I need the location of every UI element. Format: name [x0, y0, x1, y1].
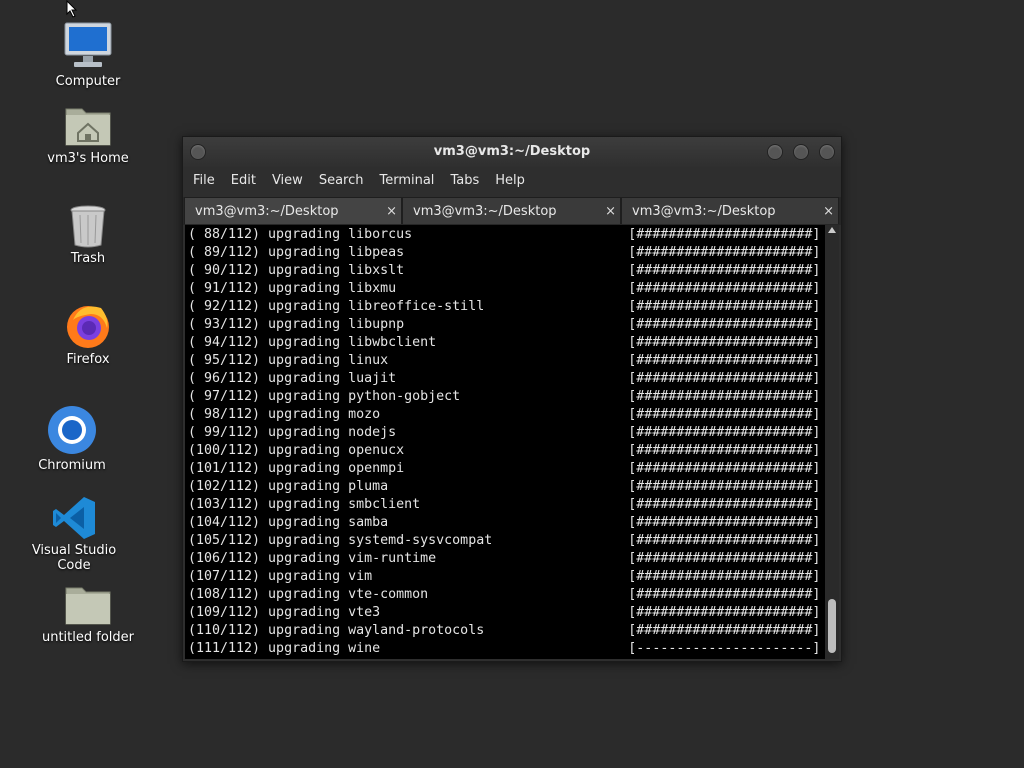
menu-tabs[interactable]: Tabs: [442, 167, 487, 195]
desktop-icon-untitled-folder[interactable]: untitled folder: [28, 584, 148, 645]
tab-1[interactable]: vm3@vm3:~/Desktop ×: [184, 197, 402, 224]
desktop-icon-vscode[interactable]: Visual Studio Code: [14, 495, 134, 573]
tab-2[interactable]: vm3@vm3:~/Desktop ×: [402, 197, 621, 224]
terminal-window[interactable]: vm3@vm3:~/Desktop File Edit View Search Term…: [182, 136, 842, 662]
scrollbar-thumb[interactable]: [828, 599, 836, 653]
firefox-icon: [67, 306, 109, 348]
terminal-line: (101/112) upgrading openmpi [###########…: [188, 461, 825, 476]
terminal-line: (109/112) upgrading vte3 [##############…: [188, 605, 825, 620]
terminal-line: (105/112) upgrading systemd-sysvcompat […: [188, 533, 825, 548]
desktop-icon-label: vm3's Home: [47, 151, 129, 166]
tab-close-icon[interactable]: ×: [386, 198, 397, 225]
trash-icon: [70, 205, 106, 248]
tab-label: vm3@vm3:~/Desktop: [413, 204, 557, 219]
tab-label: vm3@vm3:~/Desktop: [632, 204, 776, 219]
window-titlebar[interactable]: vm3@vm3:~/Desktop: [183, 137, 841, 167]
terminal-line: ( 91/112) upgrading libxmu [############…: [188, 281, 825, 296]
minimize-button[interactable]: [767, 144, 783, 160]
terminal-line: ( 92/112) upgrading libreoffice-still [#…: [188, 299, 825, 314]
terminal-line: (108/112) upgrading vte-common [########…: [188, 587, 825, 602]
terminal-line: (104/112) upgrading samba [#############…: [188, 515, 825, 530]
desktop-icon-trash[interactable]: Trash: [28, 203, 148, 266]
terminal-line: ( 97/112) upgrading python-gobject [####…: [188, 389, 825, 404]
desktop-icon-chromium[interactable]: Chromium: [12, 404, 132, 473]
desktop-icon-firefox[interactable]: Firefox: [28, 300, 148, 367]
tab-3[interactable]: vm3@vm3:~/Desktop ×: [621, 197, 839, 224]
mouse-cursor-icon: [66, 0, 78, 18]
terminal-line: (106/112) upgrading vim-runtime [#######…: [188, 551, 825, 566]
menu-file[interactable]: File: [183, 167, 223, 195]
tab-close-icon[interactable]: ×: [605, 198, 616, 225]
window-menu-button[interactable]: [190, 144, 206, 160]
terminal-line: (100/112) upgrading openucx [###########…: [188, 443, 825, 458]
terminal-line: ( 96/112) upgrading luajit [############…: [188, 371, 825, 386]
menu-bar: File Edit View Search Terminal Tabs Help: [183, 167, 841, 195]
menu-help[interactable]: Help: [487, 167, 533, 195]
desktop-icon-label: Trash: [70, 251, 106, 266]
terminal-line: ( 95/112) upgrading linux [#############…: [188, 353, 825, 368]
terminal-line: (110/112) upgrading wayland-protocols [#…: [188, 623, 825, 638]
scroll-up-arrow-icon[interactable]: [828, 227, 836, 233]
terminal-line: (102/112) upgrading pluma [#############…: [188, 479, 825, 494]
menu-view[interactable]: View: [264, 167, 311, 195]
desktop-icon-label: untitled folder: [41, 630, 134, 645]
terminal-line: (103/112) upgrading smbclient [#########…: [188, 497, 825, 512]
terminal-line: (111/112) upgrading wine [--------------…: [188, 641, 825, 656]
terminal-line: ( 98/112) upgrading mozo [##############…: [188, 407, 825, 422]
terminal-line: (107/112) upgrading vim [###############…: [188, 569, 825, 584]
terminal-output[interactable]: ( 88/112) upgrading liborcus [##########…: [185, 225, 825, 659]
terminal-line: ( 89/112) upgrading libpeas [###########…: [188, 245, 825, 260]
desktop-icon-computer[interactable]: Computer: [28, 20, 148, 89]
terminal-line: ( 88/112) upgrading liborcus [##########…: [188, 227, 825, 242]
terminal-scrollbar[interactable]: [825, 225, 839, 659]
maximize-button[interactable]: [793, 144, 809, 160]
close-button[interactable]: [819, 144, 835, 160]
tab-close-icon[interactable]: ×: [823, 198, 834, 225]
folder-icon: [65, 587, 111, 625]
home-folder-icon: [65, 108, 111, 146]
tab-label: vm3@vm3:~/Desktop: [195, 204, 339, 219]
menu-edit[interactable]: Edit: [223, 167, 264, 195]
computer-icon: [64, 22, 112, 67]
desktop-icon-label: Computer: [55, 74, 121, 89]
menu-search[interactable]: Search: [311, 167, 372, 195]
terminal-line: ( 93/112) upgrading libupnp [###########…: [188, 317, 825, 332]
desktop-icon-label: Visual Studio Code: [31, 543, 117, 573]
terminal-line: ( 94/112) upgrading libwbclient [#######…: [188, 335, 825, 350]
desktop-icon-label: Chromium: [38, 458, 106, 473]
desktop-icon-home[interactable]: vm3's Home: [28, 103, 148, 166]
tab-bar: vm3@vm3:~/Desktop × vm3@vm3:~/Desktop × …: [183, 197, 841, 225]
window-title: vm3@vm3:~/Desktop: [433, 144, 591, 159]
terminal-line: ( 90/112) upgrading libxslt [###########…: [188, 263, 825, 278]
terminal-line: ( 99/112) upgrading nodejs [############…: [188, 425, 825, 440]
menu-terminal[interactable]: Terminal: [371, 167, 442, 195]
vscode-icon: [53, 497, 95, 539]
desktop-icon-label: Firefox: [66, 352, 110, 367]
chromium-icon: [48, 406, 96, 454]
